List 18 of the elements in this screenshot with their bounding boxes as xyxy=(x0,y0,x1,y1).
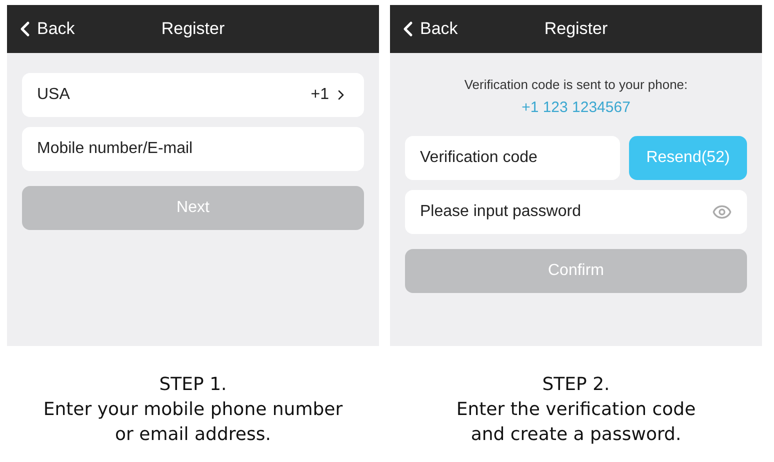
back-button[interactable]: Back xyxy=(7,16,75,42)
step-description: or email address. xyxy=(115,423,271,447)
screen-title: Register xyxy=(161,18,225,40)
screen-title: Register xyxy=(544,18,608,40)
step-description: Enter the verification code xyxy=(456,398,696,422)
country-name: USA xyxy=(37,85,71,105)
notice-text: Verification code is sent to your phone: xyxy=(464,76,688,94)
back-button[interactable]: Back xyxy=(390,16,458,42)
country-code: +1 xyxy=(310,85,329,105)
step-description: and create a password. xyxy=(470,423,682,447)
step-description: Enter your mobile phone number xyxy=(43,398,343,422)
step-heading: STEP 2. xyxy=(542,373,610,397)
country-selector[interactable]: USA +1 xyxy=(22,73,364,117)
input-field[interactable]: Mobile number/E-mail xyxy=(22,127,364,171)
password-field[interactable]: Please input password xyxy=(405,190,747,234)
phone-number: +1 123 1234567 xyxy=(522,98,630,118)
step-heading: STEP 1. xyxy=(159,373,227,397)
input-field[interactable]: Verification code xyxy=(405,136,620,180)
